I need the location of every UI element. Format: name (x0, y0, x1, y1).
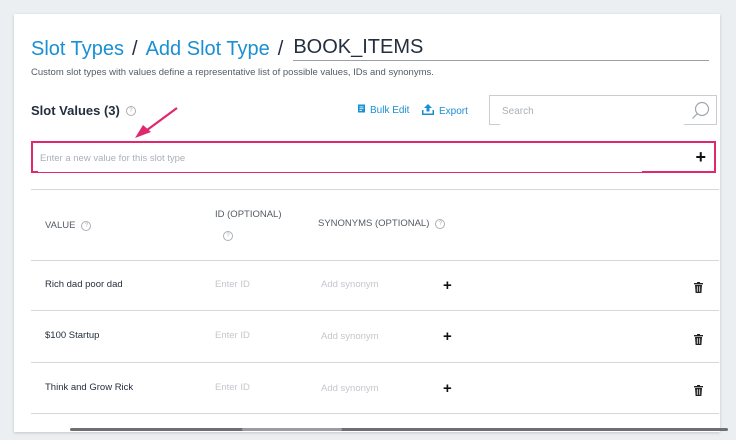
id-column-header: ID (OPTIONAL) (215, 209, 282, 220)
info-icon[interactable]: ? (81, 220, 92, 231)
trash-icon[interactable] (694, 332, 703, 350)
synonyms-header-label: SYNONYMS (OPTIONAL) (318, 218, 430, 229)
table-divider (31, 310, 719, 311)
id-input[interactable]: Enter ID (215, 330, 250, 341)
scrollbar-thumb[interactable] (242, 428, 342, 431)
breadcrumb-separator: / (277, 38, 284, 60)
value-cell[interactable]: $100 Startup (45, 330, 99, 341)
trash-icon[interactable] (694, 383, 703, 401)
slot-type-panel: Slot Types / Add Slot Type / BOOK_ITEMS … (14, 14, 720, 432)
search-input[interactable] (500, 97, 684, 125)
add-synonym-button[interactable]: + (443, 381, 452, 396)
slot-values-heading: Slot Values (3) ? (31, 103, 136, 118)
slot-values-title: Slot Values (3) (31, 103, 120, 118)
add-synonym-button[interactable]: + (443, 329, 452, 344)
breadcrumb-add-slot-type-link[interactable]: Add Slot Type (146, 38, 270, 61)
new-value-input[interactable] (38, 144, 642, 172)
info-icon[interactable]: ? (223, 231, 233, 241)
slot-type-name-field[interactable]: BOOK_ITEMS (293, 36, 710, 61)
id-input[interactable]: Enter ID (215, 382, 250, 393)
bulk-edit-button[interactable]: Bulk Edit (357, 104, 409, 116)
id-header-label: ID (OPTIONAL) (215, 209, 282, 220)
synonyms-column-header: SYNONYMS (OPTIONAL) ? (318, 218, 446, 229)
breadcrumb: Slot Types / Add Slot Type / BOOK_ITEMS (31, 36, 710, 61)
bulk-edit-label: Bulk Edit (370, 104, 410, 116)
trash-icon[interactable] (694, 280, 703, 298)
table-divider (31, 260, 719, 261)
new-value-box: + (31, 141, 716, 173)
value-cell[interactable]: Think and Grow Rick (45, 382, 133, 393)
add-value-button[interactable]: + (695, 146, 706, 168)
horizontal-scrollbar[interactable] (70, 428, 728, 431)
info-icon[interactable]: ? (435, 218, 446, 229)
value-header-label: VALUE (45, 220, 76, 231)
page-description: Custom slot types with values define a r… (31, 67, 434, 78)
add-synonym-button[interactable]: + (443, 278, 452, 293)
value-cell[interactable]: Rich dad poor dad (45, 279, 123, 290)
bulk-edit-icon (357, 104, 366, 116)
table-divider (31, 189, 719, 190)
breadcrumb-separator: / (132, 38, 138, 60)
table-divider (31, 362, 719, 363)
id-input[interactable]: Enter ID (215, 279, 250, 290)
value-column-header: VALUE ? (45, 220, 92, 231)
table-divider (31, 413, 719, 414)
synonym-input[interactable]: Add synonym (321, 279, 379, 290)
breadcrumb-slot-types-link[interactable]: Slot Types (31, 38, 124, 61)
export-label: Export (439, 106, 468, 117)
export-icon (421, 104, 435, 119)
export-button[interactable]: Export (421, 104, 468, 119)
synonym-input[interactable]: Add synonym (321, 383, 379, 394)
annotation-arrow (132, 106, 182, 145)
search-icon[interactable] (691, 101, 710, 125)
synonym-input[interactable]: Add synonym (321, 331, 379, 342)
search-box (489, 95, 717, 125)
